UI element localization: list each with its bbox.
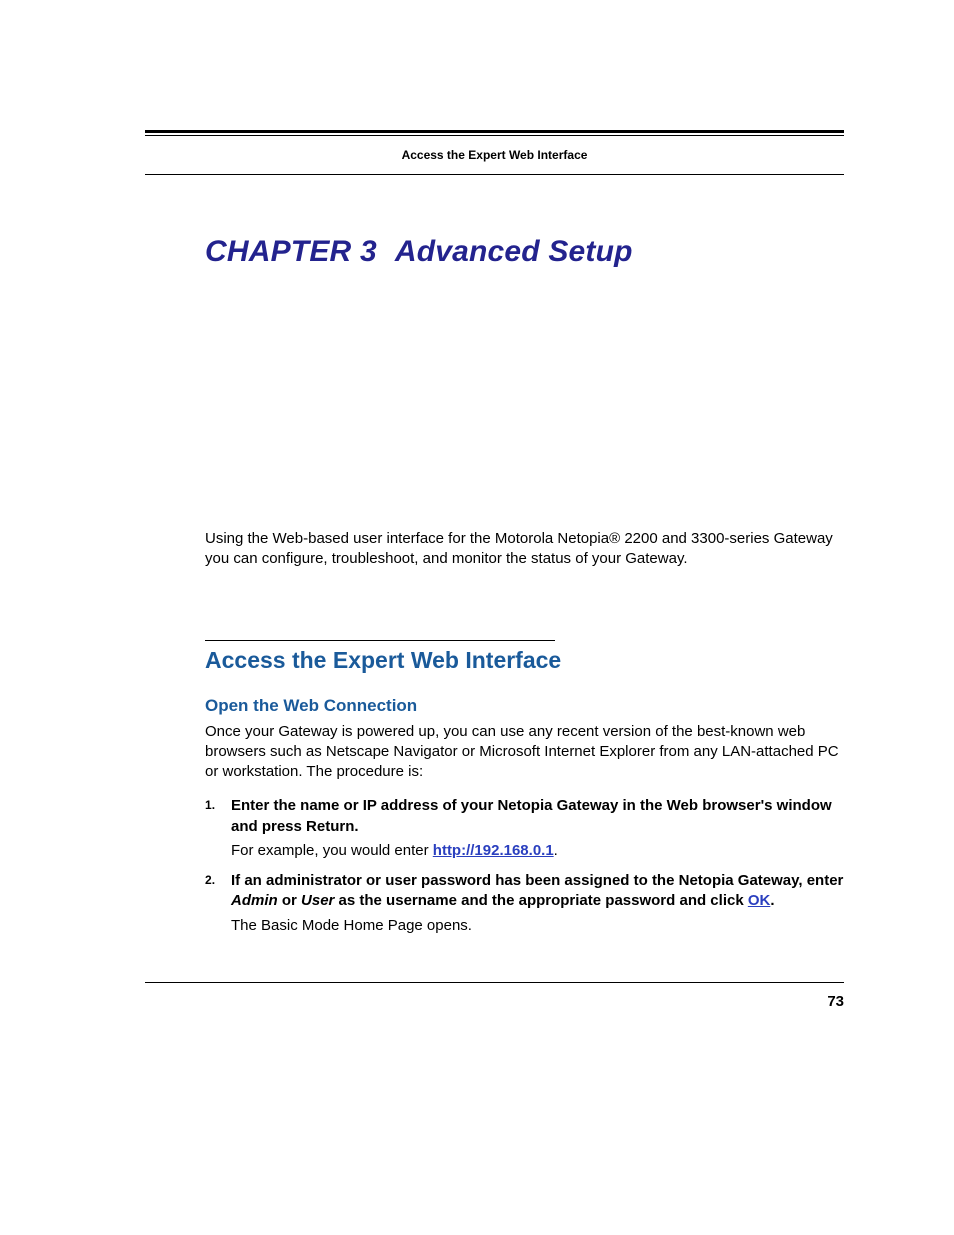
step-2: If an administrator or user password has… [205, 871, 844, 936]
chapter-title: CHAPTER 3 Advanced Setup [205, 235, 844, 269]
section-heading: Access the Expert Web Interface [205, 647, 844, 674]
footer-rule [145, 982, 844, 983]
steps-list: Enter the name or IP address of your Net… [205, 796, 844, 936]
running-head: Access the Expert Web Interface [265, 148, 724, 162]
example-url-link[interactable]: http://192.168.0.1 [433, 842, 554, 859]
section-body: Once your Gateway is powered up, you can… [205, 722, 844, 783]
intro-paragraph: Using the Web-based user interface for t… [205, 529, 844, 570]
step-1-instruction: Enter the name or IP address of your Net… [231, 796, 844, 837]
page-number: 73 [827, 993, 844, 1010]
step-2-user: User [301, 892, 334, 909]
step-1-example-prefix: For example, you would enter [231, 842, 433, 859]
under-running-rule [145, 174, 844, 175]
step-2-result: The Basic Mode Home Page opens. [231, 916, 844, 936]
top-rule-heavy [145, 130, 844, 133]
step-2-instruction: If an administrator or user password has… [231, 871, 844, 912]
step-2-prefix: If an administrator or user password has… [231, 872, 843, 889]
step-2-mid: as the username and the appropriate pass… [334, 892, 747, 909]
subsection-heading: Open the Web Connection [205, 696, 844, 716]
step-1-example: For example, you would enter http://192.… [231, 841, 844, 861]
chapter-label: CHAPTER 3 [205, 235, 377, 268]
step-2-or: or [278, 892, 301, 909]
section-rule [205, 640, 555, 641]
step-2-admin: Admin [231, 892, 278, 909]
ok-link[interactable]: OK [748, 892, 771, 909]
top-rule-light [145, 135, 844, 136]
step-1: Enter the name or IP address of your Net… [205, 796, 844, 861]
step-2-suffix: . [770, 892, 774, 909]
step-1-example-suffix: . [554, 842, 558, 859]
chapter-name: Advanced Setup [395, 235, 633, 268]
page-container: Access the Expert Web Interface CHAPTER … [0, 0, 954, 1045]
